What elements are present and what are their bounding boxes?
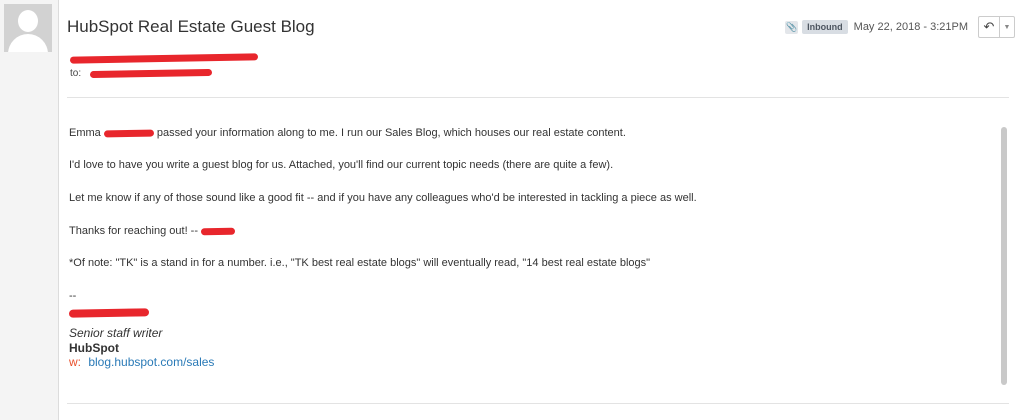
signature-dashes: -- [69,290,77,302]
email-card: HubSpot Real Estate Guest Blog to: 📎 Inb… [58,0,1024,420]
reply-icon: ↶ [983,19,995,34]
reply-options-button[interactable]: ▼ [1000,17,1014,37]
avatar [4,4,52,52]
body-paragraph-4: Thanks for reaching out! -- [69,225,236,237]
body-paragraph-5: *Of note: "TK" is a stand in for a numbe… [69,257,651,269]
email-meta: 📎 Inbound May 22, 2018 - 3:21PM ↶ ▼ [785,16,1015,38]
body-scrollbar[interactable] [1001,127,1007,385]
signature-web: w: blog.hubspot.com/sales [69,355,214,369]
to-label: to: [70,68,82,79]
signature-company: HubSpot [69,341,119,355]
paperclip-icon[interactable]: 📎 [785,20,799,34]
redaction-mark [69,53,259,64]
thanks-text: Thanks for reaching out! -- [69,225,199,237]
signature-name-redacted [68,307,150,319]
paragraph-1-text: passed your information along to me. I r… [156,127,626,139]
redaction-mark [89,68,212,78]
inbound-badge: Inbound [802,20,848,34]
footer-divider [67,403,1009,404]
email-subject: HubSpot Real Estate Guest Blog [67,17,315,36]
sender-address-redacted [69,53,259,64]
body-paragraph-3: Let me know if any of those sound like a… [69,192,697,204]
redaction-mark [201,227,236,235]
email-date: May 22, 2018 - 3:21PM [853,21,968,33]
avatar-shoulders [8,34,48,52]
redaction-mark [68,308,150,318]
caret-down-icon: ▼ [1003,23,1011,31]
avatar-head [18,10,38,32]
web-prefix: w: [69,355,81,369]
recipient-line: to: [70,68,212,79]
reply-button-group: ↶ ▼ [978,16,1015,38]
body-paragraph-1: Emma passed your information along to me… [69,127,626,139]
signature-title: Senior staff writer [69,326,163,340]
reply-button[interactable]: ↶ [979,17,1000,37]
redaction-mark [103,129,154,138]
greeting-name: Emma [69,127,101,139]
blog-link[interactable]: blog.hubspot.com/sales [88,355,214,369]
header-divider [67,97,1009,98]
body-paragraph-2: I'd love to have you write a guest blog … [69,159,614,171]
